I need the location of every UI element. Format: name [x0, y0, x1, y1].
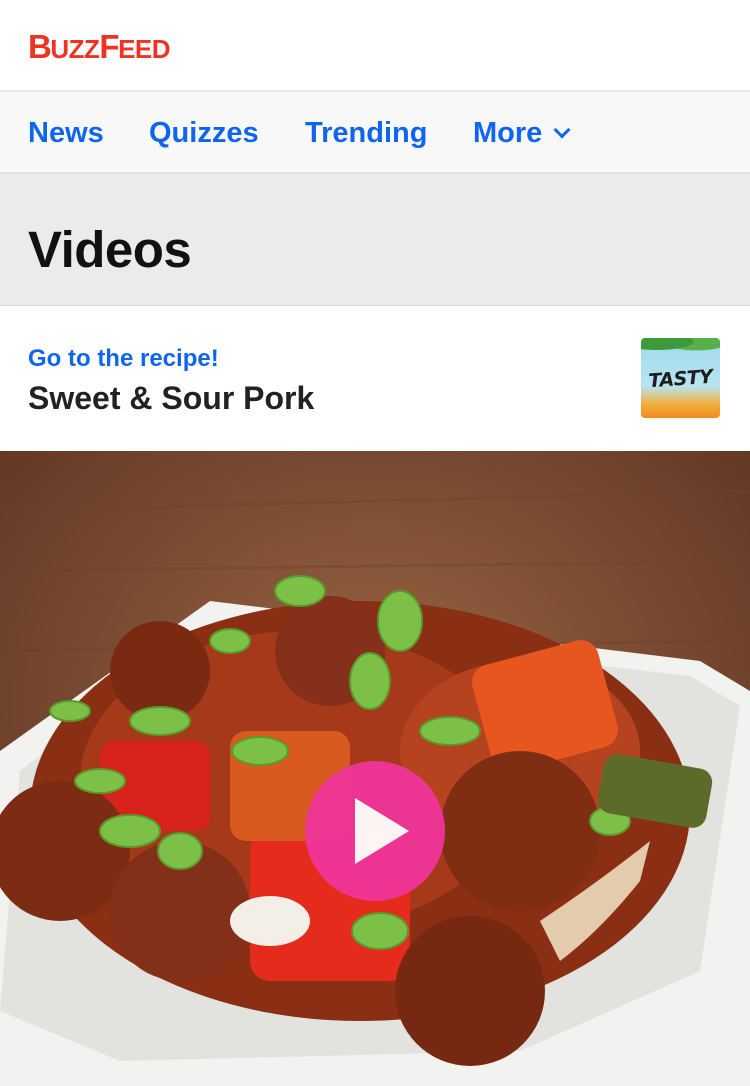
nav-item-more[interactable]: More — [473, 115, 571, 151]
page-title: Videos — [28, 221, 192, 278]
nav-item-quizzes[interactable]: Quizzes — [149, 115, 259, 151]
tasty-logo-text: TASTY — [647, 365, 714, 393]
recipe-title: Sweet & Sour Pork — [28, 380, 315, 416]
leaf-decoration — [641, 338, 720, 356]
video-thumbnail[interactable] — [0, 451, 750, 1086]
section-header: Videos — [0, 174, 750, 306]
tasty-badge[interactable]: TASTY — [641, 338, 720, 418]
play-button[interactable] — [305, 761, 445, 901]
nav-item-more-label: More — [473, 117, 543, 149]
go-to-recipe-link[interactable]: Go to the recipe! — [28, 344, 219, 374]
buzzfeed-logo[interactable]: BUZZFEED — [28, 30, 171, 63]
play-icon — [355, 798, 409, 864]
chevron-down-icon — [553, 121, 571, 139]
recipe-bar: Go to the recipe! Sweet & Sour Pork TAST… — [0, 306, 750, 451]
site-header: BUZZFEED — [0, 0, 750, 92]
nav-item-trending[interactable]: Trending — [305, 115, 427, 151]
nav-item-news[interactable]: News — [28, 115, 104, 151]
main-nav: News Quizzes Trending More — [0, 92, 750, 174]
